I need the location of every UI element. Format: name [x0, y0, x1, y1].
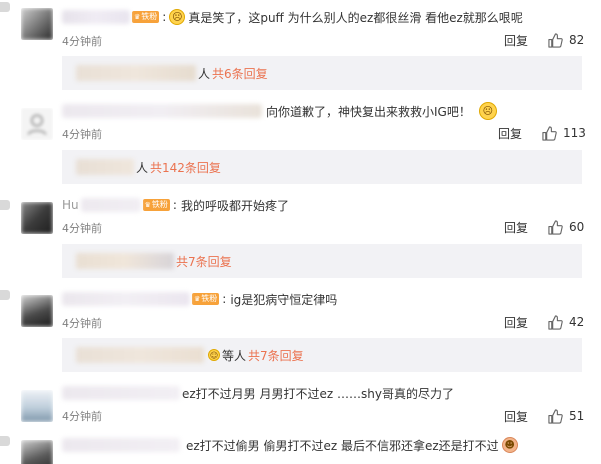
reply-button[interactable]: 回复 [504, 314, 528, 330]
comment-text: 我的呼吸都开始疼了 [180, 198, 289, 213]
timestamp: 4分钟前 [62, 128, 102, 141]
fan-badge: ♛ 铁粉 [192, 293, 220, 305]
avatar[interactable] [21, 108, 53, 140]
left-edge-marker [0, 436, 10, 446]
comment-line: ez打不过月男 月男打不过ez ……shy哥真的尽力了 [62, 384, 454, 402]
view-more-replies-link[interactable]: 共7条回复 [176, 253, 232, 270]
timestamp: 4分钟前 [62, 410, 102, 423]
reply-button[interactable]: 回复 [498, 125, 522, 141]
like-button[interactable]: 51 [548, 408, 584, 424]
comment-line: Hu ♛ 铁粉 : 我的呼吸都开始疼了 [62, 198, 289, 213]
avatar[interactable] [21, 390, 53, 422]
thumb-up-icon [548, 219, 563, 235]
like-button[interactable]: 113 [542, 125, 586, 141]
username[interactable] [62, 292, 190, 306]
like-count: 42 [569, 315, 585, 329]
thumb-up-icon [548, 314, 563, 330]
reply-button[interactable]: 回复 [504, 219, 528, 235]
sub-replies-box: 人 共6条回复 [62, 56, 582, 90]
timestamp: 4分钟前 [62, 222, 102, 235]
sad-face-emoji: ☹ [478, 102, 497, 120]
left-edge-marker [0, 2, 10, 12]
timestamp: 4分钟前 [62, 35, 102, 48]
view-more-replies-link[interactable]: 共142条回复 [150, 159, 221, 176]
reply-user-avatars [76, 159, 134, 175]
comment-line: ez打不过偷男 偷男打不过ez 最后不信邪还拿ez还是打不过 ☻ [62, 436, 521, 454]
avatar[interactable] [21, 202, 53, 234]
thumb-up-icon [548, 408, 563, 424]
comment-text: ez打不过月男 月男打不过ez ……shy哥真的尽力了 [182, 386, 454, 401]
fan-badge: ♛ 铁粉 [142, 199, 170, 211]
comment-line: ♛ 铁粉 : ☹ 真是笑了，这puff 为什么别人的ez都很丝滑 看他ez就那么哏… [62, 8, 523, 26]
thumb-up-icon [542, 125, 557, 141]
like-button[interactable]: 60 [548, 219, 584, 235]
reply-user-avatars [76, 347, 204, 363]
view-more-replies-link[interactable]: 共6条回复 [212, 65, 268, 82]
username[interactable] [62, 438, 180, 452]
crown-icon: ♛ [134, 13, 141, 21]
avatar[interactable] [21, 440, 53, 464]
smile-emoji: ☺ [208, 349, 220, 361]
like-count: 113 [563, 126, 586, 140]
timestamp: 4分钟前 [62, 317, 102, 330]
sub-replies-box: 共7条回复 [62, 244, 582, 278]
comment-text: ig是犯病守恒定律吗 [230, 292, 338, 307]
sub-replies-box: 人 共142条回复 [62, 150, 582, 184]
comment-line: ♛ 铁粉 : ig是犯病守恒定律吗 [62, 290, 337, 308]
reply-user-avatars [76, 65, 196, 81]
like-count: 51 [569, 409, 585, 423]
like-count: 82 [569, 33, 585, 47]
username[interactable]: Hu [62, 198, 141, 212]
avatar[interactable] [21, 295, 53, 327]
sub-replies-box: ☺ 等人 共7条回复 [62, 338, 582, 372]
username[interactable] [62, 10, 130, 24]
sad-face-emoji: ☹ [169, 9, 186, 25]
thumb-up-icon [548, 32, 563, 48]
avatar[interactable] [21, 8, 53, 40]
fan-badge: ♛ 铁粉 [132, 11, 160, 23]
like-button[interactable]: 82 [548, 32, 584, 48]
crown-icon: ♛ [194, 295, 201, 303]
comment-text: ez打不过偷男 偷男打不过ez 最后不信邪还拿ez还是打不过 [186, 438, 499, 453]
comment-text: 向你道歉了，神快复出来救救小IG吧！ [266, 104, 471, 119]
laughing-face-emoji: ☻ [501, 437, 518, 453]
comment-text: 真是笑了，这puff 为什么别人的ez都很丝滑 看他ez就那么哏呢 [188, 10, 523, 25]
username[interactable] [62, 104, 262, 118]
left-edge-marker [0, 290, 10, 300]
view-more-replies-link[interactable]: 共7条回复 [248, 347, 304, 364]
left-edge-marker [0, 200, 10, 210]
like-button[interactable]: 42 [548, 314, 584, 330]
username[interactable] [62, 386, 180, 400]
reply-button[interactable]: 回复 [504, 32, 528, 48]
reply-user-avatars [76, 253, 174, 269]
comment-line: 向你道歉了，神快复出来救救小IG吧！ ☹ [62, 102, 500, 120]
reply-button[interactable]: 回复 [504, 408, 528, 424]
crown-icon: ♛ [144, 201, 151, 209]
like-count: 60 [569, 220, 585, 234]
